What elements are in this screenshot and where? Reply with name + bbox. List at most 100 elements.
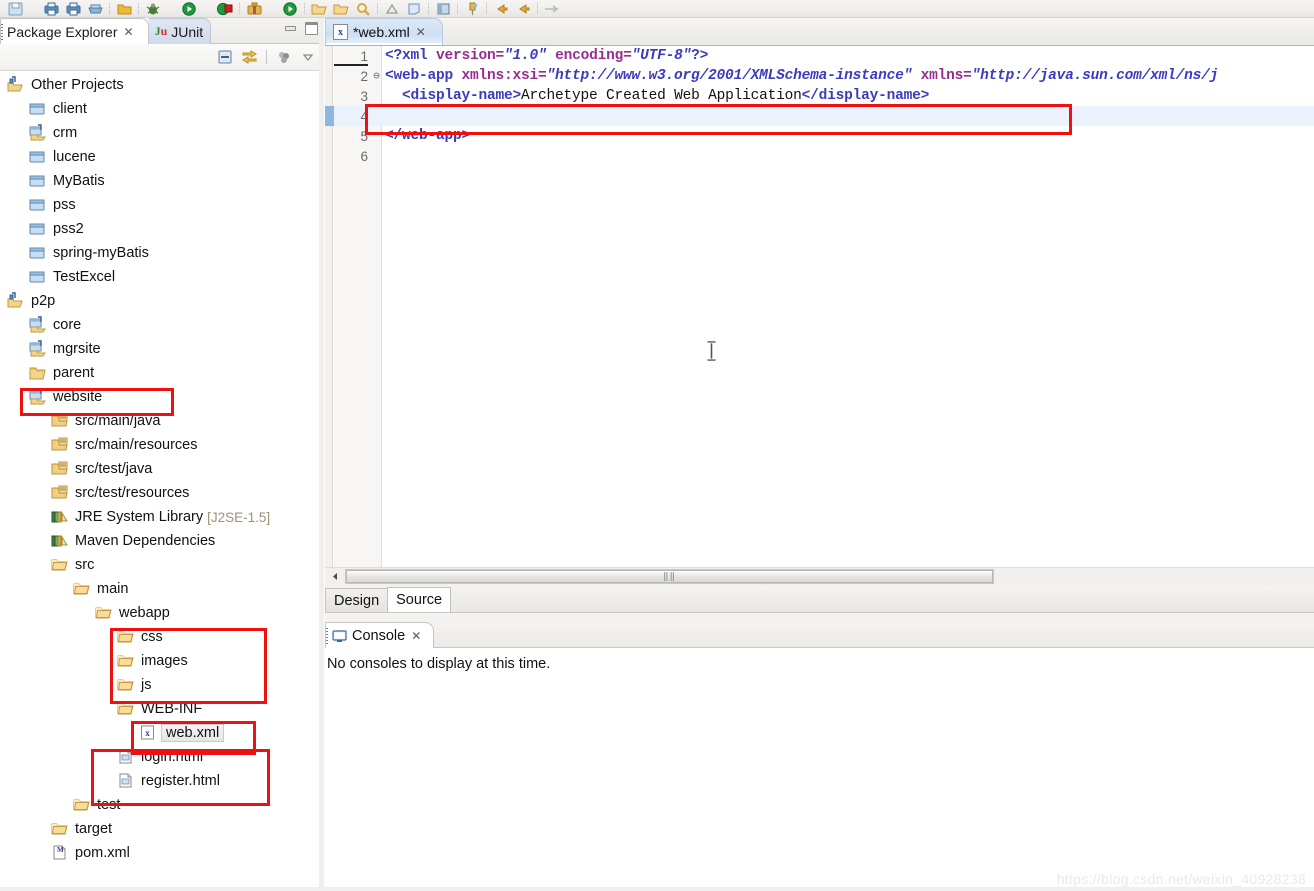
tree-item-login-html[interactable]: login.html — [0, 745, 324, 769]
toolbar-separator — [301, 2, 308, 16]
code-line-6[interactable]: 6 — [325, 146, 1314, 166]
tree-item-src-main-resources[interactable]: src/main/resources — [0, 433, 324, 457]
toolbar-separator — [534, 2, 541, 16]
tree-item-src-main-java[interactable]: src/main/java — [0, 409, 324, 433]
tab-web-xml[interactable]: x *web.xml ✕ — [325, 18, 443, 45]
tree-item-register-html[interactable]: register.html — [0, 769, 324, 793]
tree-item-src-test-java[interactable]: src/test/java — [0, 457, 324, 481]
tree-item-mybatis[interactable]: MyBatis — [0, 169, 324, 193]
tree-item-lucene[interactable]: lucene — [0, 145, 324, 169]
forward-arrow-icon[interactable] — [512, 0, 534, 17]
tree-item-pom-xml[interactable]: Mpom.xml — [0, 841, 324, 865]
tree-item-test[interactable]: test — [0, 793, 324, 817]
tree-item-other-projects[interactable]: Other Projects — [0, 73, 324, 97]
minimize-view-button[interactable] — [281, 20, 299, 37]
tree-item-crm[interactable]: crm — [0, 121, 324, 145]
collapse-all-icon[interactable] — [214, 47, 236, 67]
scroll-left-arrow-icon[interactable] — [325, 569, 345, 585]
html-file-icon — [116, 748, 136, 766]
tree-item-spring-mybatis[interactable]: spring-myBatis — [0, 241, 324, 265]
tree-item-label: src/main/resources — [75, 436, 198, 453]
tree-item-jre-system-library[interactable]: JRE System Library [J2SE-1.5] — [0, 505, 324, 529]
run-icon[interactable] — [178, 0, 200, 17]
tree-item-images[interactable]: images — [0, 649, 324, 673]
pom-file-icon: M — [50, 844, 70, 862]
run-last-icon[interactable] — [279, 0, 301, 17]
tree-vertical-scrollbar[interactable] — [319, 18, 324, 891]
search-icon[interactable] — [352, 0, 374, 17]
code-line-4[interactable]: 4 — [325, 106, 1314, 126]
line-number: 3 — [360, 88, 368, 104]
new-folder-icon[interactable] — [113, 0, 135, 17]
export-tray-icon[interactable] — [84, 0, 106, 17]
tree-item-pss[interactable]: pss — [0, 193, 324, 217]
close-icon[interactable]: ✕ — [411, 630, 421, 642]
project-tree[interactable]: Other Projects client crm lucene MyBatis pss p… — [0, 71, 324, 891]
maximize-view-button[interactable] — [302, 20, 320, 37]
debug-bug-icon[interactable] — [142, 0, 164, 17]
tree-item-maven-dependencies[interactable]: Maven Dependencies — [0, 529, 324, 553]
print-preview-icon[interactable] — [62, 0, 84, 17]
tree-item-css[interactable]: css — [0, 625, 324, 649]
view-menu-chevron-down-icon[interactable] — [297, 47, 319, 67]
tab-package-explorer-label: Package Explorer — [7, 23, 118, 40]
tree-item-webapp[interactable]: webapp — [0, 601, 324, 625]
closed-project-icon — [28, 100, 48, 118]
print-icon[interactable] — [40, 0, 62, 17]
stop-icon[interactable] — [214, 0, 236, 17]
tree-item-web-xml[interactable]: x web.xml — [0, 721, 324, 745]
fold-toggle-icon[interactable]: ⊖ — [371, 69, 382, 83]
code-line-3[interactable]: 3 <display-name>Archetype Created Web Ap… — [325, 86, 1314, 106]
perspective-icon[interactable] — [432, 0, 454, 17]
tab-junit[interactable]: Ju JUnit — [148, 18, 212, 44]
pin-icon[interactable] — [461, 0, 483, 17]
code-line-1[interactable]: 1 <?xml version="1.0" encoding="UTF-8"?> — [325, 46, 1314, 66]
tree-item-label: images — [141, 652, 188, 669]
tree-item-main[interactable]: main — [0, 577, 324, 601]
tree-item-src-test-resources[interactable]: src/test/resources — [0, 481, 324, 505]
back-arrow-icon[interactable] — [490, 0, 512, 17]
close-icon[interactable]: ✕ — [416, 26, 426, 38]
editor-page-tabs: Design Source — [325, 585, 1314, 613]
tree-item-js[interactable]: js — [0, 673, 324, 697]
filters-icon[interactable] — [273, 47, 295, 67]
code-line-2[interactable]: 2 ⊖ <web-app xmlns:xsi="http://www.w3.org/… — [325, 66, 1314, 86]
close-icon[interactable]: ✕ — [124, 26, 134, 38]
folder-icon — [116, 676, 136, 694]
external-tools-icon[interactable] — [243, 0, 265, 17]
open-resource-icon[interactable] — [330, 0, 352, 17]
tab-console-label: Console — [352, 627, 406, 644]
save-icon[interactable] — [4, 0, 26, 17]
tree-item-testexcel[interactable]: TestExcel — [0, 265, 324, 289]
tree-item-target[interactable]: target — [0, 817, 324, 841]
tree-item-core[interactable]: core — [0, 313, 324, 337]
editor-horizontal-scrollbar[interactable]: ‖‖ — [325, 567, 1314, 585]
note-icon[interactable] — [403, 0, 425, 17]
tab-source[interactable]: Source — [387, 587, 452, 612]
tab-console[interactable]: Console ✕ — [325, 622, 435, 648]
tree-item-src[interactable]: src — [0, 553, 324, 577]
closed-project-icon — [28, 196, 48, 214]
next-edit-arrow-icon[interactable] — [541, 0, 563, 17]
tree-item-pss2[interactable]: pss2 — [0, 217, 324, 241]
tree-item-client[interactable]: client — [0, 97, 324, 121]
tree-item-web-inf[interactable]: WEB-INF — [0, 697, 324, 721]
line-number: 6 — [360, 148, 368, 164]
tree-item-p2p[interactable]: p2p — [0, 289, 324, 313]
tab-package-explorer[interactable]: Package Explorer ✕ — [0, 18, 149, 44]
tree-item-website[interactable]: website — [0, 385, 324, 409]
tree-item-mgrsite[interactable]: mgrsite — [0, 337, 324, 361]
tree-item-label: js — [141, 676, 152, 693]
editor-text-area[interactable]: 1 <?xml version="1.0" encoding="UTF-8"?> 2… — [325, 45, 1314, 585]
hscroll-thumb[interactable]: ‖‖ — [346, 570, 993, 583]
folder-icon — [50, 820, 70, 838]
tree-item-parent[interactable]: parent — [0, 361, 324, 385]
hscroll-track[interactable]: ‖‖ — [345, 569, 994, 584]
tab-design[interactable]: Design — [325, 588, 389, 612]
link-with-editor-icon[interactable] — [238, 47, 260, 67]
open-type-icon[interactable] — [308, 0, 330, 17]
triangle-up-icon[interactable] — [381, 0, 403, 17]
folder-icon — [72, 580, 92, 598]
code-line-5[interactable]: 5 </web-app> — [325, 126, 1314, 146]
tree-item-label: p2p — [31, 292, 56, 309]
